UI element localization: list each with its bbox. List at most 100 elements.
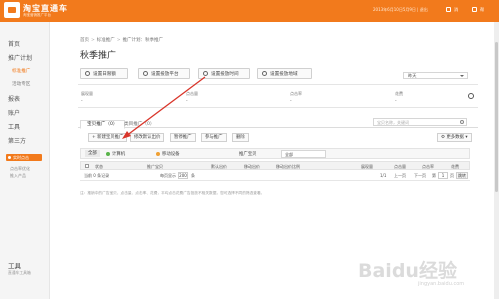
badge-dot-icon [8, 156, 11, 159]
table-pagination-row: 当前 0 条记录 每页显示 200 条 1/1 上一页 下一页 第 1 页 跳转 [80, 171, 470, 181]
column-item[interactable]: 推广宝贝 [147, 164, 163, 170]
realtime-badge[interactable]: 实时点击 [6, 154, 42, 161]
delete-button[interactable]: 删除 [232, 133, 249, 142]
perpage-input[interactable]: 200 [178, 172, 188, 179]
page-unit: 页 [450, 173, 454, 178]
watermark-logo: Baidu经验 [358, 260, 457, 282]
filter-mobile[interactable]: 移动设备 [162, 151, 180, 157]
set-schedule-button[interactable]: 设置投放时间 [198, 68, 250, 79]
column-impressions[interactable]: 展现量 [361, 164, 373, 170]
footnote: 注：推销中的广告宝贝，点击量、点击率、花费，平均点击花费广告投放不相关数据，您可… [80, 191, 265, 195]
stat-impressions-label: 展现量 [81, 91, 93, 96]
sidebar-item-plans[interactable]: 推广计划 [8, 53, 32, 62]
logo-icon[interactable] [4, 2, 20, 18]
scroll-thumb[interactable] [495, 42, 498, 192]
filter-computer[interactable]: 计算机 [112, 151, 125, 157]
date-range-select[interactable]: 昨天 [403, 72, 468, 79]
tab-category-promotion[interactable]: 类目推广（0） [124, 121, 155, 127]
prev-page-link[interactable]: 上一页 [394, 173, 406, 179]
computer-status-icon [106, 152, 110, 156]
column-cost[interactable]: 花费 [451, 164, 459, 170]
set-platform-button[interactable]: 设置投放平台 [138, 68, 190, 79]
chevron-down-icon [460, 75, 464, 77]
column-mobile-bid[interactable]: 移动出价 [244, 164, 260, 170]
page-info: 1/1 [380, 173, 387, 178]
set-platform-label: 设置投放平台 [151, 72, 179, 77]
sidebar: 首页 推广计划 标准推广 活动专区 报表 账户 工具 第三方 实时点击 点击率优… [0, 22, 50, 299]
new-promotion-button[interactable]: + 新建宝贝推广 [88, 133, 128, 142]
set-daily-budget-button[interactable]: 设置日限额 [80, 68, 128, 79]
page-scrollbar[interactable] [494, 22, 499, 299]
search-icon[interactable] [460, 120, 464, 124]
next-page-link[interactable]: 下一页 [414, 173, 426, 179]
breadcrumb: 首页 > 标准推广 > 推广计划：秋季推广 [80, 37, 163, 43]
table-header: 状态 推广宝贝 默认出价 移动出价 移动出价比例 展现量 点击量 点击率 花费 [80, 161, 470, 170]
set-region-button[interactable]: 设置投放地域 [257, 68, 312, 79]
help-icon[interactable] [472, 7, 477, 12]
set-daily-budget-label: 设置日限额 [93, 72, 116, 77]
screen-icon [143, 71, 148, 76]
message-icon[interactable] [446, 7, 451, 12]
sidebar-tools-sub[interactable]: 直通车工具箱 [8, 270, 31, 276]
column-status[interactable]: 状态 [95, 164, 103, 170]
sidebar-tools-heading[interactable]: 工具 [8, 260, 21, 270]
stat-cost-label: 花费 [395, 91, 403, 96]
filter-select-value: 全部 [285, 152, 293, 157]
more-data-button[interactable]: ⚙ 更多数据 ▾ [437, 133, 472, 142]
sidebar-item-reports[interactable]: 报表 [8, 94, 20, 103]
logo-subtitle: 淘宝营销推广平台 [23, 13, 51, 17]
timer-icon [203, 71, 208, 76]
sidebar-subitem-activity[interactable]: 活动专区 [12, 81, 30, 87]
sidebar-item-home[interactable]: 首页 [8, 39, 20, 48]
more-data-label: 更多数据 [446, 135, 464, 140]
gear-icon[interactable] [468, 93, 474, 99]
stats-panel: 展现量 - 点击量 - 点击率 - 花费 - [78, 84, 478, 108]
stat-ctr-label: 点击率 [290, 91, 302, 96]
breadcrumb-separator: > [116, 38, 121, 43]
mobile-status-icon [156, 152, 160, 156]
clock-icon [85, 71, 90, 76]
select-all-checkbox[interactable] [85, 164, 89, 168]
filter-promoted[interactable]: 推广宝贝 [239, 151, 257, 157]
column-ctr[interactable]: 点击率 [422, 164, 434, 170]
join-button[interactable]: 参与推广 [201, 133, 227, 142]
breadcrumb-current: 推广计划：秋季推广 [122, 38, 164, 43]
edit-bid-button[interactable]: 修改默认出价 [130, 133, 165, 142]
jump-button[interactable]: 跳转 [456, 172, 468, 179]
new-promotion-label: 新建宝贝推广 [97, 135, 124, 140]
pause-button[interactable]: 暂停推广 [170, 133, 196, 142]
set-schedule-label: 设置投放时间 [211, 72, 239, 77]
tab-item-promotion[interactable]: 宝贝推广（0） [80, 120, 125, 129]
perpage-label: 每页显示 [160, 173, 176, 178]
top-bar: 淘宝直通车 淘宝营销推广平台 2013年6月10日5月9日 | 退出 消 帮 [0, 0, 499, 22]
stat-clicks-label: 点击量 [186, 91, 198, 96]
page-prefix: 第 [432, 173, 436, 178]
sidebar-subitem-standard[interactable]: 标准推广 [12, 68, 30, 74]
record-count: 当前 0 条记录 [84, 173, 110, 178]
sidebar-item-third-party[interactable]: 第三方 [8, 136, 26, 145]
message-label[interactable]: 消 [454, 7, 458, 13]
column-mobile-ratio[interactable]: 移动出价比例 [276, 164, 300, 170]
filter-select[interactable]: 全部 [281, 150, 326, 158]
breadcrumb-standard[interactable]: 标准推广 [97, 38, 115, 43]
column-default-bid[interactable]: 默认出价 [211, 164, 227, 170]
stat-ctr-value: - [290, 99, 292, 104]
help-label[interactable]: 帮 [480, 7, 484, 13]
user-info[interactable]: 2013年6月10日5月9日 | 退出 [373, 7, 428, 13]
sidebar-link-products[interactable]: 推入产品 [10, 173, 26, 179]
stat-impressions-value: - [81, 99, 83, 104]
sidebar-item-account[interactable]: 账户 [8, 108, 20, 117]
perpage-suffix: 条 [191, 173, 195, 178]
breadcrumb-separator: > [91, 38, 95, 43]
watermark-url: jingyan.baidu.com [418, 281, 465, 287]
breadcrumb-home[interactable]: 首页 [80, 38, 89, 43]
filter-all[interactable]: 全部 [85, 150, 100, 157]
column-clicks[interactable]: 点击量 [394, 164, 406, 170]
sidebar-item-tools[interactable]: 工具 [8, 122, 20, 131]
page-input[interactable]: 1 [438, 172, 448, 179]
page-title: 秋季推广 [80, 51, 117, 61]
map-icon [262, 71, 267, 76]
sidebar-link-ctr[interactable]: 点击率优化 [10, 166, 30, 172]
badge-label: 实时点击 [13, 155, 29, 160]
search-input[interactable]: 宝贝名称，关键词 [373, 118, 467, 126]
